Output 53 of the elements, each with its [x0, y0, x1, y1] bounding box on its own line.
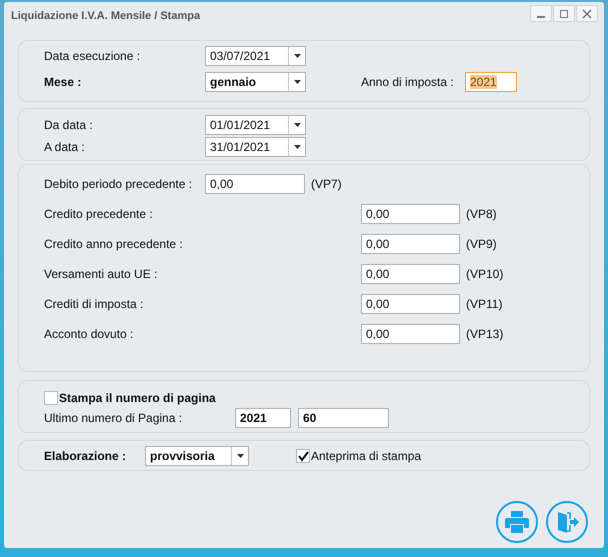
exit-door-icon: [555, 510, 579, 534]
field-label: Anno di imposta :: [361, 75, 455, 89]
code-label: (VP9): [466, 237, 497, 251]
minimize-button[interactable]: [530, 5, 552, 22]
field-label: Acconto dovuto :: [44, 327, 134, 341]
processing-dropdown[interactable]: provvisoria: [145, 446, 249, 466]
field-label: Debito periodo precedente :: [44, 177, 194, 191]
field-label: Ultimo numero di Pagina :: [44, 411, 184, 425]
field-label: Mese :: [44, 75, 82, 89]
amount-field[interactable]: 0,00: [361, 294, 460, 314]
month-dropdown[interactable]: gennaio: [205, 72, 306, 92]
date-picker[interactable]: 31/01/2021: [205, 137, 306, 157]
amount-field[interactable]: 0,00: [361, 204, 460, 224]
field-label: Da data :: [44, 118, 94, 132]
amount-field[interactable]: 0,00: [361, 234, 460, 254]
year-field[interactable]: 2021: [235, 408, 291, 428]
code-label: (VP7): [311, 177, 342, 191]
date-picker[interactable]: 03/07/2021: [205, 46, 306, 66]
field-label: A data :: [44, 140, 86, 154]
code-label: (VP8): [466, 207, 497, 221]
code-label: (VP11): [466, 297, 502, 311]
field-label: Credito precedente :: [44, 207, 154, 221]
date-picker[interactable]: 01/01/2021: [205, 115, 306, 135]
caret-icon: [294, 145, 300, 149]
maximize-icon: [559, 8, 569, 18]
checkbox[interactable]: [296, 449, 310, 463]
field-label: Elaborazione :: [44, 449, 128, 463]
caret-icon: [294, 54, 300, 58]
caret-icon: [294, 123, 300, 127]
caret-icon: [294, 80, 300, 84]
code-label: (VP13): [466, 327, 504, 341]
amount-field[interactable]: 0,00: [361, 324, 460, 344]
window-title: Liquidazione I.V.A. Mensile / Stampa: [11, 10, 200, 22]
checkbox-label: Anteprima di stampa: [311, 449, 422, 463]
field-label: Credito anno precedente :: [44, 237, 184, 251]
exit-button[interactable]: [546, 501, 588, 543]
printer-icon: [505, 511, 529, 533]
field-label: Versamenti auto UE :: [44, 267, 158, 281]
field-label: Data esecuzione :: [44, 49, 142, 63]
minimize-icon: [537, 16, 545, 18]
tax-year-field[interactable]: 2021: [465, 72, 517, 92]
page-number-field[interactable]: 60: [298, 408, 389, 428]
code-label: (VP10): [466, 267, 504, 281]
close-button[interactable]: [576, 5, 598, 22]
close-icon: [582, 8, 592, 18]
amount-field[interactable]: 0,00: [361, 264, 460, 284]
amount-field[interactable]: 0,00: [205, 174, 305, 194]
caret-icon: [236, 454, 244, 458]
print-button[interactable]: [496, 501, 538, 543]
checkbox[interactable]: [44, 391, 58, 405]
checkbox-label: Stampa il numero di pagina: [59, 391, 216, 405]
field-label: Crediti di imposta :: [44, 297, 144, 311]
maximize-button[interactable]: [553, 5, 575, 22]
